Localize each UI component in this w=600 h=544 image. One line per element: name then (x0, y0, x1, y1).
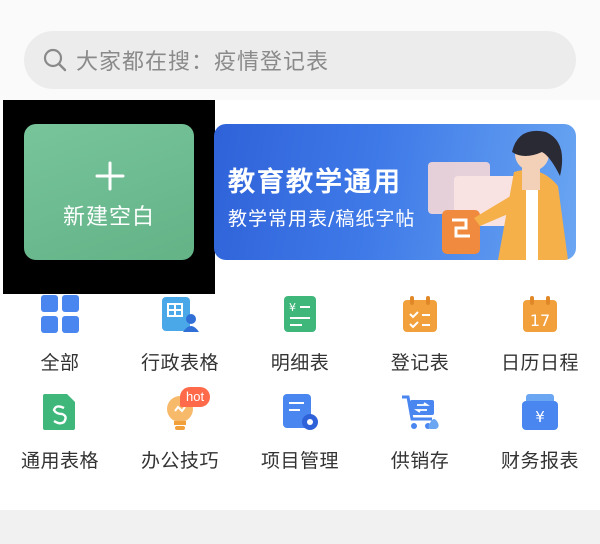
category-detail-list[interactable]: ¥ 明细表 (240, 290, 360, 380)
category-label: 办公技巧 (140, 450, 219, 472)
category-label: 通用表格 (20, 450, 99, 472)
svg-text:¥: ¥ (535, 408, 545, 426)
category-office-tips[interactable]: hot 办公技巧 (120, 387, 240, 478)
svg-text:17: 17 (530, 311, 550, 330)
plus-icon (95, 161, 125, 191)
admin-table-icon (162, 297, 199, 332)
teacher-illustration-icon (428, 130, 568, 260)
register-calendar-icon (403, 296, 437, 332)
spreadsheet-icon (43, 394, 75, 430)
search-bar[interactable]: 大家都在搜：疫情登记表 (24, 31, 576, 89)
banner-subtitle: 教学常用表/稿纸字帖 (228, 208, 416, 230)
search-placeholder: 大家都在搜：疫情登记表 (76, 50, 330, 75)
category-label: 全部 (40, 352, 80, 374)
finance-report-icon: ¥ (522, 394, 558, 430)
category-register[interactable]: 登记表 (360, 290, 480, 380)
project-settings-icon (283, 394, 318, 430)
category-label: 项目管理 (260, 450, 339, 472)
detail-list-icon: ¥ (284, 296, 316, 332)
bottom-divider (0, 510, 600, 544)
category-label: 供销存 (390, 450, 450, 472)
category-all[interactable]: 全部 (0, 290, 120, 380)
calendar-17-icon: 17 (523, 296, 557, 332)
category-supply-sales[interactable]: 供销存 (360, 388, 480, 478)
hot-badge: hot (180, 387, 211, 407)
category-label: 明细表 (270, 352, 330, 374)
banner-title: 教育教学通用 (228, 167, 402, 198)
category-finance-report[interactable]: ¥ 财务报表 (480, 388, 600, 478)
category-admin-table[interactable]: 行政表格 (120, 290, 240, 380)
education-banner[interactable]: 教育教学通用 教学常用表/稿纸字帖 (214, 124, 576, 260)
category-spreadsheet[interactable]: 通用表格 (0, 388, 120, 478)
category-label: 行政表格 (140, 352, 219, 374)
cart-icon (402, 395, 439, 429)
new-blank-label: 新建空白 (62, 205, 155, 230)
new-blank-button[interactable] (24, 124, 194, 260)
category-calendar[interactable]: 17 日历日程 (480, 290, 600, 380)
category-project-management[interactable]: 项目管理 (240, 388, 360, 478)
category-label: 日历日程 (500, 352, 579, 374)
grid-icon (41, 295, 79, 333)
search-icon (43, 48, 67, 72)
svg-text:¥: ¥ (289, 301, 296, 314)
category-label: 财务报表 (500, 450, 579, 472)
category-label: 登记表 (390, 352, 450, 374)
